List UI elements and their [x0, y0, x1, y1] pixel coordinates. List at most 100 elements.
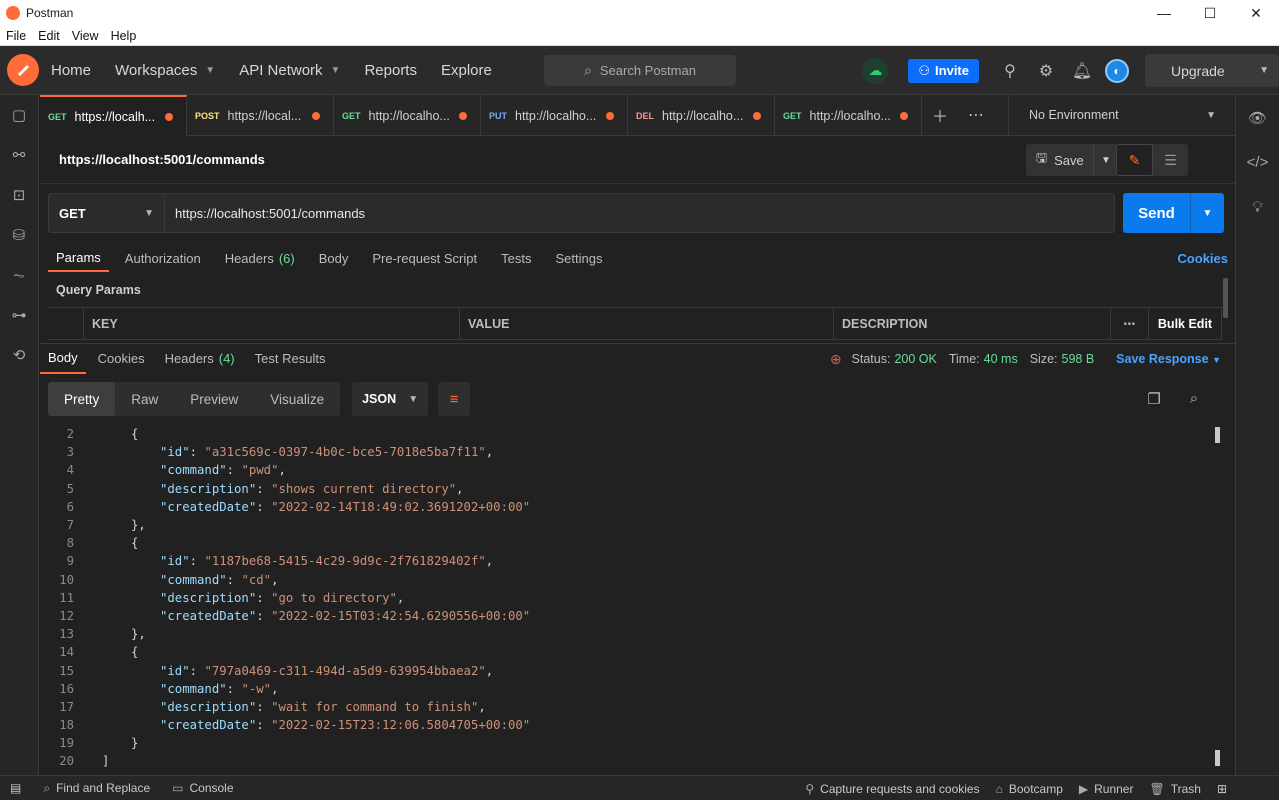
code-scrollbar-top[interactable] — [1215, 427, 1220, 443]
method-select[interactable]: GET ▼ — [49, 194, 165, 232]
json-string: "1187be68-5415-4c29-9d9c-2f761829402f" — [204, 554, 486, 569]
tab-response-cookies[interactable]: Cookies — [90, 344, 153, 374]
format-raw[interactable]: Raw — [115, 382, 174, 416]
send-button[interactable]: Send ▼ — [1123, 193, 1224, 233]
nav-workspaces[interactable]: Workspaces ▼ — [115, 62, 215, 79]
more-options-icon[interactable]: ⋯ — [958, 105, 994, 125]
tab-settings[interactable]: Settings — [547, 244, 610, 272]
json-key: "command" — [160, 681, 227, 696]
upgrade-button[interactable]: Upgrade ▼ — [1145, 54, 1279, 87]
nav-explore[interactable]: Explore — [441, 62, 492, 79]
runner-button[interactable]: ▶ Runner — [1079, 782, 1134, 796]
request-tab[interactable]: POST https://local... — [187, 95, 334, 136]
tab-tests[interactable]: Tests — [493, 244, 539, 272]
code-line: 20] — [40, 752, 1225, 770]
nav-reports[interactable]: Reports — [364, 62, 417, 79]
more-options-icon[interactable]: ⋯ — [1111, 308, 1149, 339]
mock-servers-icon[interactable]: ⛁ — [0, 215, 38, 255]
tab-headers[interactable]: Headers (6) — [217, 244, 303, 272]
tab-pre-request-script[interactable]: Pre-request Script — [364, 244, 485, 272]
tab-params[interactable]: Params — [48, 244, 109, 272]
close-window-button[interactable]: ✕ — [1233, 0, 1279, 26]
copy-icon[interactable]: ❐ — [1134, 390, 1174, 408]
language-select[interactable]: JSON ▼ — [352, 382, 429, 416]
chevron-down-icon: ▼ — [144, 207, 154, 219]
satellite-icon[interactable]: ⚲ — [997, 58, 1023, 84]
comment-icon[interactable]: ☰ — [1153, 144, 1188, 176]
send-label[interactable]: Send — [1123, 193, 1191, 233]
size-value[interactable]: 598 B — [1062, 352, 1095, 366]
cloud-sync-icon[interactable]: ☁ — [862, 57, 889, 84]
maximize-button[interactable]: ☐ — [1187, 0, 1233, 26]
format-pretty[interactable]: Pretty — [48, 382, 116, 416]
tab-authorization[interactable]: Authorization — [117, 244, 209, 272]
bootcamp-button[interactable]: ⌂ Bootcamp — [996, 782, 1063, 796]
request-tab[interactable]: PUT http://localho... — [481, 95, 628, 136]
monitors-icon[interactable]: ⏦ — [0, 255, 38, 295]
pencil-icon[interactable]: ✎ — [1116, 144, 1153, 176]
layout-icon[interactable]: ⊞ — [1217, 782, 1227, 796]
postman-logo-icon[interactable] — [7, 54, 39, 86]
tab-count: (6) — [278, 250, 295, 266]
trash-button[interactable]: 🗑︎ Trash — [1149, 782, 1200, 796]
avatar[interactable]: ◐ — [1105, 58, 1129, 83]
format-visualize[interactable]: Visualize — [254, 382, 340, 416]
collections-icon[interactable]: ▢ — [0, 95, 38, 135]
status-badge[interactable]: 200 OK — [894, 352, 936, 366]
invite-button[interactable]: ⚇ Invite — [908, 58, 979, 83]
nav-home[interactable]: Home — [51, 62, 91, 79]
minimize-button[interactable]: — — [1141, 0, 1187, 26]
response-body-viewer[interactable]: 2{3 "id": "a31c569c-0397-4b0c-bce5-7018e5… — [40, 425, 1225, 770]
tab-response-headers[interactable]: Headers (4) — [157, 344, 243, 374]
request-tab[interactable]: GET http://localho... — [334, 95, 481, 136]
request-title[interactable]: https://localhost:5001/commands — [59, 152, 265, 167]
time-value[interactable]: 40 ms — [984, 352, 1018, 366]
tab-response-body[interactable]: Body — [40, 344, 86, 374]
eye-icon[interactable]: 👁︎ — [1236, 95, 1279, 140]
save-response-button[interactable]: Save Response ▼ — [1116, 352, 1221, 366]
request-tab[interactable]: GET http://localho... — [775, 95, 922, 136]
bulk-edit-button[interactable]: Bulk Edit — [1149, 308, 1222, 339]
tab-test-results[interactable]: Test Results — [247, 344, 334, 374]
menu-view[interactable]: View — [66, 29, 105, 43]
menu-edit[interactable]: Edit — [32, 29, 66, 43]
code-scrollbar-bottom[interactable] — [1215, 750, 1220, 766]
nav-api-network[interactable]: API Network ▼ — [239, 62, 340, 79]
flows-icon[interactable]: ⊶ — [0, 295, 38, 335]
globe-icon[interactable]: ⊕ — [830, 351, 842, 368]
gear-icon[interactable]: ⚙ — [1033, 58, 1059, 84]
menu-bar: File Edit View Help — [0, 26, 1279, 46]
lightbulb-icon[interactable]: 💡︎ — [1236, 185, 1279, 230]
search-input[interactable]: ⌕ Search Postman — [544, 55, 736, 86]
save-main[interactable]: 🖫 Save — [1026, 144, 1094, 176]
history-icon[interactable]: ⟲ — [0, 335, 38, 375]
menu-file[interactable]: File — [0, 29, 32, 43]
environment-select[interactable]: No Environment ▼ — [1008, 95, 1228, 135]
request-scrollbar[interactable] — [1223, 278, 1228, 318]
request-tab[interactable]: DEL http://localho... — [628, 95, 775, 136]
chevron-down-icon[interactable]: ▼ — [1191, 193, 1224, 233]
apis-icon[interactable]: ⚯ — [0, 135, 38, 175]
code-icon[interactable]: </> — [1236, 140, 1279, 185]
search-icon[interactable]: ⌕ — [1174, 390, 1214, 408]
code-content: "id": "797a0469-c311-494d-a5d9-639954bba… — [84, 664, 493, 678]
bell-icon[interactable]: 🔔︎ — [1069, 58, 1095, 84]
chevron-down-icon[interactable]: ▼ — [1094, 155, 1118, 166]
toggle-sidebar-icon[interactable]: ▤ — [10, 781, 21, 795]
environments-icon[interactable]: ⊡ — [0, 175, 38, 215]
code-content: "command": "cd", — [84, 573, 278, 587]
console-button[interactable]: ▭ Console — [172, 781, 233, 795]
capture-button[interactable]: ⚲ Capture requests and cookies — [805, 782, 979, 796]
request-tab[interactable]: GET https://localh... — [40, 95, 187, 136]
code-line: 2{ — [40, 425, 1225, 443]
format-preview[interactable]: Preview — [174, 382, 254, 416]
wrap-lines-icon[interactable]: ≡ — [438, 382, 471, 416]
new-tab-plus-icon[interactable]: ＋ — [922, 103, 958, 127]
tab-body[interactable]: Body — [311, 244, 357, 272]
menu-help[interactable]: Help — [105, 29, 143, 43]
url-input[interactable] — [165, 194, 1114, 232]
find-replace-button[interactable]: ⌕ Find and Replace — [43, 781, 150, 796]
nav-reports-label: Reports — [364, 61, 417, 79]
save-button[interactable]: 🖫 Save ▼ — [1026, 144, 1118, 176]
cookies-link[interactable]: Cookies — [1177, 251, 1228, 266]
